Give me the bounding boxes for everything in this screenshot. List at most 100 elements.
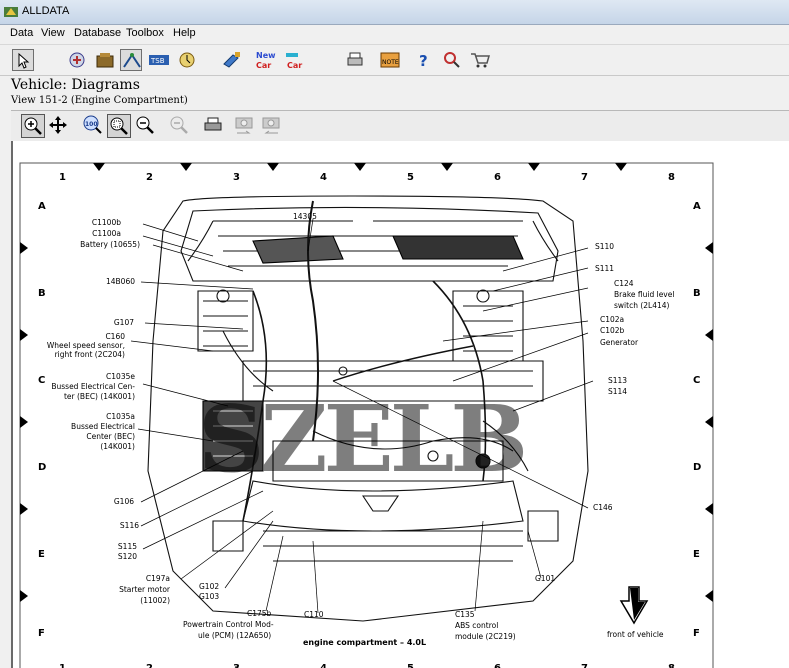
svg-text:100: 100 [85, 121, 98, 128]
grid-col-4-bottom: 4 [320, 663, 327, 668]
print-icon[interactable] [202, 114, 226, 138]
grid-col-6-bottom: 6 [494, 663, 501, 668]
zoom-window-icon[interactable] [107, 114, 131, 138]
label-bec-2b: Center (BEC) [86, 432, 135, 441]
grid-col-5-bottom: 5 [407, 663, 414, 668]
svg-text:?: ? [419, 52, 428, 70]
menu-help[interactable]: Help [173, 27, 196, 39]
diagram-caption: engine compartment – 4.0L [303, 638, 426, 647]
grid-col-8-bottom: 8 [668, 663, 675, 668]
label-c1100a: C1100a [92, 229, 121, 238]
grid-row-f-right: F [693, 628, 700, 639]
label-s111: S111 [595, 264, 614, 273]
grid-row-a-left: A [38, 201, 46, 212]
label-c197a: C197a [146, 574, 170, 583]
grid-col-7-bottom: 7 [581, 663, 588, 668]
grid-col-6: 6 [494, 172, 501, 183]
label-brake-2: switch (2L414) [614, 301, 670, 310]
menu-database[interactable]: Database [74, 27, 121, 39]
label-pcm: Powertrain Control Mod- [183, 620, 274, 629]
label-g106: G106 [114, 497, 134, 506]
grid-row-b-left: B [38, 288, 46, 299]
repair-icon[interactable] [66, 49, 88, 71]
label-bec-2: Bussed Electrical [71, 422, 135, 431]
label-c102a: C102a [600, 315, 624, 324]
label-bec-1: Bussed Electrical Cen- [51, 382, 135, 391]
new-car-alt-icon[interactable]: Car [284, 49, 306, 71]
back-icon[interactable] [12, 49, 34, 71]
main-toolbar: TSB New Car Car NOTE ? [0, 44, 789, 76]
zoom-in-icon[interactable] [21, 114, 45, 138]
zoom-out-icon[interactable] [134, 114, 158, 138]
label-c175b: C175b [247, 609, 272, 618]
label-s113: S113 [608, 376, 627, 385]
label-bec-2c: (14K001) [100, 442, 135, 451]
grid-row-a-right: A [693, 201, 701, 212]
page-title: Vehicle: Diagrams [11, 77, 140, 93]
labor-icon[interactable] [176, 49, 198, 71]
menu-data[interactable]: Data [10, 27, 33, 39]
label-s110: S110 [595, 242, 614, 251]
label-14305: 14305 [293, 212, 317, 221]
grid-col-1-bottom: 1 [59, 663, 66, 668]
zoom-out-disabled-icon [168, 114, 192, 138]
label-c146: C146 [593, 503, 613, 512]
diagram-canvas[interactable]: 1 2 3 4 5 6 7 8 A B C D E F A B C D E F [11, 141, 789, 668]
grid-col-8: 8 [668, 172, 675, 183]
camera-prev-icon [233, 114, 257, 138]
menu-view[interactable]: View [41, 27, 65, 39]
vehicle-box-icon[interactable] [94, 49, 116, 71]
svg-text:NOTE: NOTE [382, 59, 399, 66]
label-generator: Generator [600, 338, 639, 347]
title-bar: ALLDATA [0, 0, 789, 25]
menu-toolbox[interactable]: Toolbox [126, 27, 164, 39]
label-c124: C124 [614, 279, 634, 288]
help-icon[interactable]: ? [413, 49, 435, 71]
label-g103: G103 [199, 592, 219, 601]
label-starter-2: (11002) [140, 596, 170, 605]
grid-row-e-left: E [38, 549, 45, 560]
grid-row-f-left: F [38, 628, 45, 639]
label-c135: C135 [455, 610, 475, 619]
new-car-icon[interactable]: New Car [255, 49, 277, 71]
label-bec-1b: ter (BEC) (14K001) [64, 392, 135, 401]
grid-row-e-right: E [693, 549, 700, 560]
pan-icon[interactable] [47, 114, 71, 138]
svg-text:Car: Car [256, 61, 271, 70]
note-icon[interactable]: NOTE [379, 49, 401, 71]
front-of-vehicle-label: front of vehicle [607, 630, 664, 639]
grid-col-1: 1 [59, 172, 66, 183]
svg-text:TSB: TSB [150, 57, 165, 65]
label-c1100b: C1100b [92, 218, 121, 227]
camera-next-icon [260, 114, 284, 138]
label-g101: G101 [535, 574, 555, 583]
print-icon[interactable] [344, 49, 366, 71]
cart-icon[interactable] [469, 49, 491, 71]
label-abs-2: module (2C219) [455, 632, 516, 641]
search-icon[interactable] [441, 49, 463, 71]
grid-row-c-right: C [693, 375, 700, 386]
grid-col-2: 2 [146, 172, 153, 183]
grid-col-2-bottom: 2 [146, 663, 153, 668]
label-c102b: C102b [600, 326, 625, 335]
components-icon[interactable] [221, 49, 243, 71]
label-battery: Battery (10655) [80, 240, 140, 249]
grid-col-7: 7 [581, 172, 588, 183]
app-window: ALLDATA Data View Database Toolbox Help … [0, 0, 789, 668]
grid-col-5: 5 [407, 172, 414, 183]
label-g102: G102 [199, 582, 219, 591]
fit-100-icon[interactable]: 100 [81, 114, 105, 138]
diagram-icon[interactable] [120, 49, 142, 71]
grid-row-c-left: C [38, 375, 45, 386]
label-pcm-2: ule (PCM) (12A650) [198, 631, 271, 640]
grid-col-3-bottom: 3 [233, 663, 240, 668]
label-wheel-speed-2: right front (2C204) [55, 350, 125, 359]
label-c110: C110 [304, 610, 324, 619]
label-s115: S115 [118, 542, 137, 551]
view-subtitle: View 151-2 (Engine Compartment) [11, 95, 188, 106]
grid-col-3: 3 [233, 172, 240, 183]
grid-row-d-right: D [693, 462, 701, 473]
tsb-icon[interactable]: TSB [148, 49, 170, 71]
engine-compartment-diagram: 1 2 3 4 5 6 7 8 A B C D E F A B C D E F [19, 162, 714, 668]
label-abs: ABS control [455, 621, 498, 630]
